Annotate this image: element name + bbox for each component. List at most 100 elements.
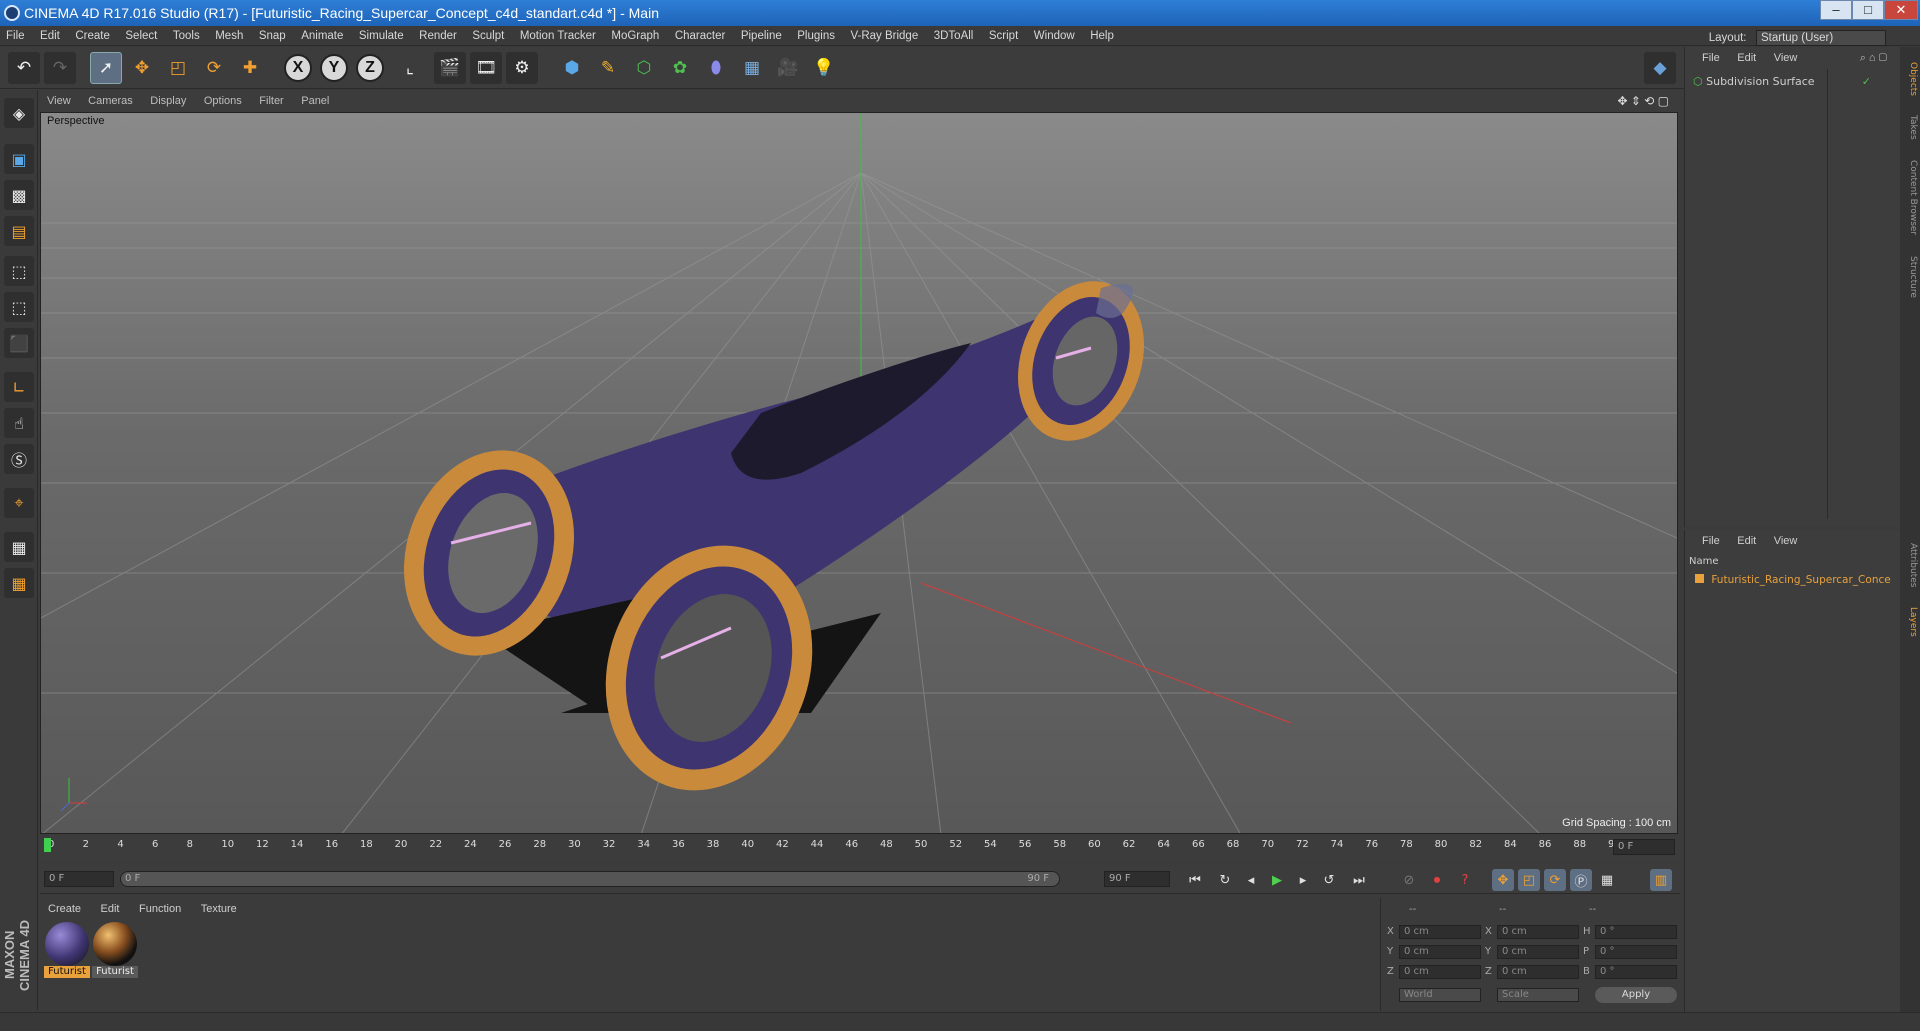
- model-mode-icon[interactable]: ▣: [4, 144, 34, 174]
- layer-row[interactable]: Futuristic_Racing_Supercar_Conce: [1695, 572, 1899, 588]
- redo-icon[interactable]: ↷: [44, 52, 76, 84]
- tab-objects[interactable]: Objects: [1902, 57, 1918, 101]
- y-axis-icon[interactable]: Y: [320, 54, 348, 82]
- floor-icon[interactable]: ▦: [736, 52, 768, 84]
- key-parameter-icon[interactable]: Ⓟ: [1570, 869, 1592, 891]
- previous-key-icon[interactable]: ↻: [1214, 869, 1236, 891]
- coordinate-mode-select[interactable]: World: [1399, 988, 1481, 1002]
- visibility-check-icon[interactable]: ✓: [1862, 73, 1871, 91]
- go-to-start-icon[interactable]: ⏮: [1184, 869, 1206, 891]
- move-tool-icon[interactable]: ✥: [126, 52, 158, 84]
- menu-plugins[interactable]: Plugins: [791, 26, 841, 46]
- layer-menu-view[interactable]: View: [1767, 530, 1805, 552]
- points-mode-icon[interactable]: ⬚: [4, 256, 34, 286]
- solo-mode-icon[interactable]: Ⓢ: [4, 444, 34, 474]
- layout-select[interactable]: Startup (User): [1756, 30, 1886, 46]
- minimize-button[interactable]: –: [1820, 0, 1852, 20]
- tab-attributes[interactable]: Attributes: [1902, 535, 1918, 595]
- maximize-button[interactable]: □: [1852, 0, 1884, 20]
- menu-motion-tracker[interactable]: Motion Tracker: [514, 26, 602, 46]
- menu-sculpt[interactable]: Sculpt: [466, 26, 510, 46]
- viewport-menu-cameras[interactable]: Cameras: [81, 90, 140, 112]
- python-icon[interactable]: ◆: [1644, 52, 1676, 84]
- snap-icon[interactable]: ⌖: [4, 488, 34, 518]
- subdivision-surface-icon[interactable]: ⬡: [628, 52, 660, 84]
- object-manager-search-icon[interactable]: ⌕ ⌂ ▢: [1853, 47, 1894, 69]
- position-y-field[interactable]: 0 cm: [1399, 945, 1481, 959]
- x-axis-icon[interactable]: X: [284, 54, 312, 82]
- tab-layers[interactable]: Layers: [1902, 599, 1918, 645]
- material-swatch[interactable]: Futurist: [92, 922, 138, 980]
- end-frame-field[interactable]: 90 F: [1104, 871, 1170, 887]
- spline-pen-icon[interactable]: ✎: [592, 52, 624, 84]
- viewport-menu-filter[interactable]: Filter: [252, 90, 290, 112]
- material-menu-edit[interactable]: Edit: [93, 898, 128, 920]
- tab-content-browser[interactable]: Content Browser: [1902, 153, 1918, 243]
- go-to-end-icon[interactable]: ⏭: [1348, 869, 1370, 891]
- playhead-marker[interactable]: [44, 838, 51, 852]
- menu-pipeline[interactable]: Pipeline: [735, 26, 788, 46]
- z-axis-icon[interactable]: Z: [356, 54, 384, 82]
- position-x-field[interactable]: 0 cm: [1399, 925, 1481, 939]
- rotation-b-field[interactable]: 0 °: [1595, 965, 1677, 979]
- rotation-p-field[interactable]: 0 °: [1595, 945, 1677, 959]
- material-menu-function[interactable]: Function: [131, 898, 189, 920]
- next-frame-icon[interactable]: ▸: [1292, 869, 1314, 891]
- viewport-menu-panel[interactable]: Panel: [294, 90, 336, 112]
- viewport-nav-icons[interactable]: ✥ ⇕ ⟲ ▢: [1610, 90, 1676, 112]
- coordinate-system-icon[interactable]: ⌞: [394, 52, 426, 84]
- menu-window[interactable]: Window: [1028, 26, 1081, 46]
- select-tool-icon[interactable]: ➚: [90, 52, 122, 84]
- size-x-field[interactable]: 0 cm: [1497, 925, 1579, 939]
- menu-animate[interactable]: Animate: [295, 26, 349, 46]
- layer-menu-edit[interactable]: Edit: [1730, 530, 1763, 552]
- make-editable-icon[interactable]: ◈: [4, 98, 34, 128]
- perspective-viewport[interactable]: Perspective Grid Spacing : 100 cm: [40, 112, 1678, 834]
- menu-help[interactable]: Help: [1084, 26, 1120, 46]
- timeline-ruler[interactable]: 0 2 4 6 8 10 12 14 16 18 20 22 24 26 28 30 32 34 36 38 40 42 4…: [40, 836, 1680, 860]
- size-y-field[interactable]: 0 cm: [1497, 945, 1579, 959]
- tab-takes[interactable]: Takes: [1902, 107, 1918, 147]
- workplane-mode-icon[interactable]: ▤: [4, 216, 34, 246]
- key-position-icon[interactable]: ✥: [1492, 869, 1514, 891]
- layer-menu-file[interactable]: File: [1695, 530, 1727, 552]
- close-button[interactable]: ✕: [1884, 0, 1918, 20]
- menu-snap[interactable]: Snap: [253, 26, 292, 46]
- material-swatch[interactable]: Futurist: [44, 922, 90, 980]
- object-menu-edit[interactable]: Edit: [1730, 47, 1763, 69]
- rotate-tool-icon[interactable]: ⟳: [198, 52, 230, 84]
- render-picture-viewer-icon[interactable]: 🎞: [470, 52, 502, 84]
- polygons-mode-icon[interactable]: ⬛: [4, 328, 34, 358]
- render-settings-icon[interactable]: ⚙: [506, 52, 538, 84]
- menu-tools[interactable]: Tools: [167, 26, 206, 46]
- viewport-menu-view[interactable]: View: [40, 90, 78, 112]
- scale-tool-icon[interactable]: ◰: [162, 52, 194, 84]
- layout-selector[interactable]: Layout: Startup (User): [1703, 28, 1886, 48]
- camera-icon[interactable]: 🎥: [772, 52, 804, 84]
- tweak-mode-icon[interactable]: ☝: [4, 408, 34, 438]
- planar-workplane-icon[interactable]: ▦: [4, 568, 34, 598]
- edges-mode-icon[interactable]: ⬚: [4, 292, 34, 322]
- menu-script[interactable]: Script: [983, 26, 1024, 46]
- menu-mograph[interactable]: MoGraph: [605, 26, 665, 46]
- material-menu-texture[interactable]: Texture: [193, 898, 245, 920]
- menu-character[interactable]: Character: [669, 26, 732, 46]
- key-rotation-icon[interactable]: ⟳: [1544, 869, 1566, 891]
- array-icon[interactable]: ✿: [664, 52, 696, 84]
- menu-select[interactable]: Select: [119, 26, 163, 46]
- current-frame-field[interactable]: 0 F: [1613, 839, 1675, 855]
- motion-record-icon[interactable]: ⊘: [1398, 869, 1420, 891]
- key-pla-icon[interactable]: ▦: [1596, 869, 1618, 891]
- autokey-icon[interactable]: ?: [1454, 869, 1476, 891]
- light-icon[interactable]: 💡: [808, 52, 840, 84]
- viewport-menu-options[interactable]: Options: [197, 90, 249, 112]
- menu-mesh[interactable]: Mesh: [209, 26, 249, 46]
- previous-frame-icon[interactable]: ◂: [1240, 869, 1262, 891]
- object-menu-file[interactable]: File: [1695, 47, 1727, 69]
- material-menu-create[interactable]: Create: [40, 898, 89, 920]
- size-z-field[interactable]: 0 cm: [1497, 965, 1579, 979]
- menu-edit[interactable]: Edit: [34, 26, 66, 46]
- preview-range-slider[interactable]: 0 F 90 F: [120, 871, 1060, 887]
- lock-workplane-icon[interactable]: ▦: [4, 532, 34, 562]
- position-z-field[interactable]: 0 cm: [1399, 965, 1481, 979]
